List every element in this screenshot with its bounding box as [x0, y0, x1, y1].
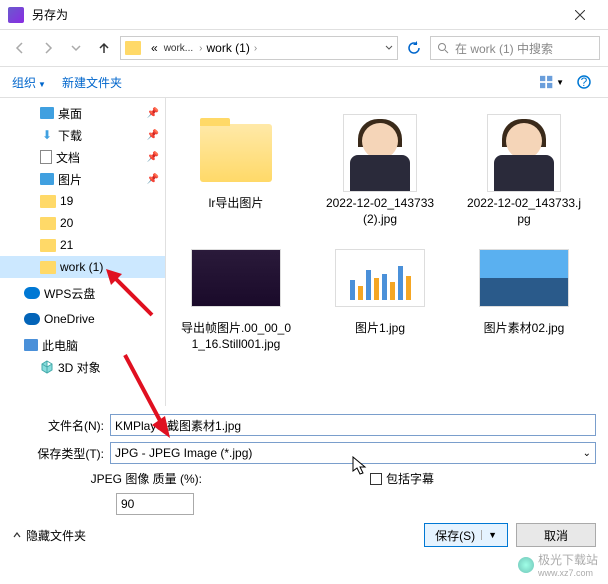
folder-icon	[40, 195, 56, 208]
titlebar: 另存为	[0, 0, 608, 30]
chevron-down-icon: ⌄	[583, 448, 591, 459]
breadcrumb-seg[interactable]: «	[151, 41, 158, 55]
breadcrumb-item[interactable]: work...	[164, 43, 193, 54]
sidebar-item-21[interactable]: 21	[0, 234, 165, 256]
recent-button[interactable]	[64, 36, 88, 60]
wps-cloud-icon	[24, 287, 40, 299]
main-area: 桌面📌 ⬇下载📌 文档📌 图片📌 19 20 21 work (1) WPS云盘…	[0, 98, 608, 406]
document-icon	[40, 150, 52, 164]
pin-icon: 📌	[147, 152, 159, 163]
file-item-image[interactable]: 2022-12-02_143733 (2).jpg	[318, 110, 442, 231]
back-button[interactable]	[8, 36, 32, 60]
image-thumbnail	[479, 249, 569, 307]
chevron-down-icon	[71, 44, 81, 52]
breadcrumb[interactable]: « work... › work (1) ›	[120, 36, 398, 60]
help-button[interactable]: ?	[572, 70, 596, 94]
filename-input[interactable]	[110, 414, 596, 436]
sidebar-item-downloads[interactable]: ⬇下载📌	[0, 124, 165, 146]
pin-icon: 📌	[147, 130, 159, 141]
svg-text:?: ?	[581, 75, 588, 89]
nav-bar: « work... › work (1) › 在 work (1) 中搜索	[0, 30, 608, 66]
onedrive-icon	[24, 313, 40, 325]
forward-button[interactable]	[36, 36, 60, 60]
checkbox-icon	[370, 473, 382, 485]
download-icon: ⬇	[40, 128, 54, 142]
subtitle-checkbox[interactable]: 包括字幕	[370, 470, 434, 487]
desktop-icon	[40, 107, 54, 119]
folder-icon	[200, 124, 272, 182]
folder-icon	[40, 261, 56, 274]
file-item-folder[interactable]: lr导出图片	[174, 110, 298, 231]
sidebar-item-thispc[interactable]: 此电脑	[0, 334, 165, 356]
filename-label: 文件名(N):	[12, 417, 110, 434]
close-button[interactable]	[560, 1, 600, 29]
up-button[interactable]	[92, 36, 116, 60]
filetype-select[interactable]: JPG - JPEG Image (*.jpg) ⌄	[110, 442, 596, 464]
folder-icon	[40, 217, 56, 230]
image-thumbnail	[191, 249, 281, 307]
pin-icon: 📌	[147, 174, 159, 185]
sidebar-item-3dobjects[interactable]: 3D 对象	[0, 356, 165, 378]
file-item-image[interactable]: 2022-12-02_143733.jpg	[462, 110, 586, 231]
footer: 隐藏文件夹 保存(S)▼ 取消	[0, 523, 608, 557]
toolbar: 组织▼ 新建文件夹 ▼ ?	[0, 66, 608, 98]
refresh-button[interactable]	[402, 36, 426, 60]
file-item-image[interactable]: 图片1.jpg	[318, 235, 442, 356]
quality-label: JPEG 图像 质量 (%):	[12, 470, 208, 487]
chevron-right-icon: ›	[254, 43, 257, 54]
save-button[interactable]: 保存(S)▼	[424, 523, 508, 547]
sidebar-item-wps[interactable]: WPS云盘	[0, 282, 165, 304]
file-item-image[interactable]: 导出帧图片.00_00_01_16.Still001.jpg	[174, 235, 298, 356]
cube-icon	[40, 360, 54, 374]
pc-icon	[24, 339, 38, 351]
image-thumbnail	[487, 114, 561, 192]
sidebar-item-20[interactable]: 20	[0, 212, 165, 234]
sidebar-item-onedrive[interactable]: OneDrive	[0, 308, 165, 330]
sidebar: 桌面📌 ⬇下载📌 文档📌 图片📌 19 20 21 work (1) WPS云盘…	[0, 98, 166, 406]
search-input[interactable]: 在 work (1) 中搜索	[430, 36, 600, 60]
sidebar-item-19[interactable]: 19	[0, 190, 165, 212]
close-icon	[575, 10, 585, 20]
search-placeholder: 在 work (1) 中搜索	[455, 40, 553, 57]
hide-folders-toggle[interactable]: 隐藏文件夹	[12, 527, 86, 544]
sidebar-item-pictures[interactable]: 图片📌	[0, 168, 165, 190]
quality-input[interactable]	[116, 493, 194, 515]
watermark: 极光下载站 www.xz7.com	[518, 551, 598, 578]
image-thumbnail	[343, 114, 417, 192]
arrow-up-icon	[97, 41, 111, 55]
arrow-right-icon	[41, 41, 55, 55]
file-list[interactable]: lr导出图片 2022-12-02_143733 (2).jpg 2022-12…	[166, 98, 608, 406]
help-icon: ?	[577, 75, 591, 89]
sidebar-item-desktop[interactable]: 桌面📌	[0, 102, 165, 124]
bottom-form: 文件名(N): 保存类型(T): JPG - JPEG Image (*.jpg…	[0, 406, 608, 523]
watermark-logo-icon	[518, 557, 534, 573]
view-icon	[540, 75, 554, 89]
refresh-icon	[407, 41, 421, 55]
pin-icon: 📌	[147, 108, 159, 119]
filetype-label: 保存类型(T):	[12, 445, 110, 462]
sidebar-item-work1[interactable]: work (1)	[0, 256, 165, 278]
chevron-down-icon[interactable]	[385, 44, 393, 52]
file-item-image[interactable]: 图片素材02.jpg	[462, 235, 586, 356]
app-icon	[8, 7, 24, 23]
chevron-up-icon	[12, 530, 22, 540]
dialog-title: 另存为	[32, 6, 560, 23]
folder-icon	[40, 239, 56, 252]
breadcrumb-item[interactable]: work (1)	[206, 41, 249, 55]
arrow-left-icon	[13, 41, 27, 55]
chevron-right-icon: ›	[199, 43, 202, 54]
search-icon	[437, 42, 449, 54]
sidebar-item-documents[interactable]: 文档📌	[0, 146, 165, 168]
pictures-icon	[40, 173, 54, 185]
new-folder-button[interactable]: 新建文件夹	[62, 74, 122, 91]
image-thumbnail	[335, 249, 425, 307]
folder-icon	[125, 41, 141, 55]
cancel-button[interactable]: 取消	[516, 523, 596, 547]
organize-menu[interactable]: 组织▼	[12, 74, 46, 91]
view-button[interactable]: ▼	[540, 70, 564, 94]
